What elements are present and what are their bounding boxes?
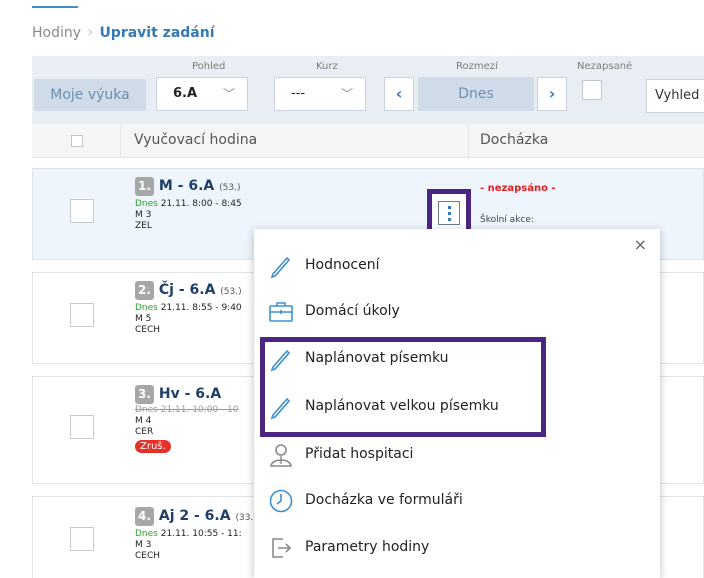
lesson-time: 8:00 - 8:45 [192, 199, 242, 209]
lesson-today: Dnes [135, 199, 158, 209]
row-checkbox[interactable] [70, 415, 94, 439]
row-checkbox[interactable] [70, 199, 94, 223]
view-label: Pohled [192, 61, 226, 72]
menu-item-label: Hodnocení [305, 257, 380, 273]
chevron-down-icon: ﹀ [222, 87, 235, 101]
course-value: --- [291, 86, 306, 101]
header-divider [468, 124, 469, 158]
cancelled-badge: Zruš. [135, 440, 171, 453]
view-value: 6.A [173, 86, 198, 101]
lesson-info: 1. M - 6.A (53.) Dnes 21.11. 8:00 - 8:45… [135, 175, 242, 232]
highlight-box [260, 337, 546, 437]
my-teaching-button[interactable]: Moje výuka [34, 79, 146, 111]
unrecorded-checkbox[interactable] [582, 80, 602, 100]
breadcrumb-current: Upravit zadání [99, 25, 215, 41]
menu-item-add-inspection[interactable]: Přidat hospitaci [254, 433, 660, 477]
menu-dots-icon [438, 201, 460, 225]
course-select[interactable]: --- ﹀ [274, 77, 366, 111]
lesson-info: 2. Čj - 6.A (53.) Dnes 21.11. 8:55 - 9:4… [135, 279, 242, 336]
lesson-teacher: CER [135, 427, 154, 437]
menu-item-label: Domácí úkoly [305, 303, 400, 319]
school-event-label: Školní akce: [480, 215, 534, 225]
range-value[interactable]: Dnes [418, 77, 534, 111]
lesson-date: 21.11. [160, 529, 190, 539]
search-input[interactable]: Vyhled [646, 79, 704, 113]
person-icon [270, 444, 292, 467]
lesson-count: (33. [235, 513, 254, 523]
lesson-subject[interactable]: Hv - 6.A [159, 386, 221, 402]
table-header: Vyučovací hodina Docházka [32, 124, 704, 158]
lesson-room: M 4 [135, 416, 152, 426]
view-select[interactable]: 6.A ﹀ [156, 77, 248, 111]
lesson-teacher: ZEL [135, 221, 152, 231]
lesson-number-badge: 4. [135, 506, 154, 526]
unrecorded-label: Nezapsané [577, 61, 633, 72]
header-divider [120, 124, 121, 158]
briefcase-icon [269, 302, 293, 322]
range-label: Rozmezí [456, 61, 498, 72]
filter-bar: Moje výuka Pohled 6.A ﹀ Kurz --- ﹀ ‹ Roz… [32, 56, 704, 124]
lesson-number-badge: 1. [135, 176, 154, 196]
breadcrumb-separator: › [87, 22, 94, 41]
lesson-info: 4. Aj 2 - 6.A (33. Dnes 21.11. 10:55 - 1… [135, 505, 253, 562]
lesson-column-header[interactable]: Vyučovací hodina [134, 132, 257, 148]
breadcrumb-parent[interactable]: Hodiny [32, 25, 81, 41]
lesson-count: (53.) [219, 183, 241, 193]
lesson-room: M 3 [135, 540, 152, 550]
attendance-column-header[interactable]: Docházka [480, 132, 548, 148]
lesson-subject[interactable]: Čj - 6.A [159, 282, 216, 298]
lesson-date: 21.11. [160, 303, 190, 313]
lesson-subject[interactable]: Aj 2 - 6.A [159, 508, 231, 524]
menu-item-grading[interactable]: Hodnocení [254, 244, 660, 288]
lesson-time: 8:55 - 9:40 [192, 303, 242, 313]
row-checkbox[interactable] [70, 303, 94, 327]
attendance-status: - nezapsáno - [480, 183, 556, 194]
select-all-checkbox[interactable] [71, 135, 83, 147]
breadcrumb: Hodiny › Upravit zadání [32, 22, 215, 41]
lesson-today: Dnes [135, 529, 158, 539]
lesson-number-badge: 2. [135, 280, 154, 300]
lesson-room: M 3 [135, 210, 152, 220]
lesson-info: 3. Hv - 6.A Dnes 21.11. 10:00 - 10 M 4 C… [135, 383, 239, 453]
lesson-count: (53.) [220, 287, 242, 297]
clock-icon [269, 489, 293, 513]
chevron-down-icon: ﹀ [340, 87, 353, 101]
next-arrow-button[interactable]: › [537, 77, 567, 111]
prev-arrow-button[interactable]: ‹ [384, 77, 414, 111]
lesson-date: 21.11. [160, 199, 190, 209]
menu-item-label: Parametry hodiny [305, 539, 430, 555]
lesson-struck-date: Dnes 21.11. 10:00 - 10 [135, 405, 239, 415]
menu-item-label: Přidat hospitaci [305, 446, 414, 462]
lesson-room: M 5 [135, 314, 152, 324]
menu-item-label: Docházka ve formuláři [305, 492, 463, 508]
course-label: Kurz [316, 61, 338, 72]
lesson-teacher: CECH [135, 325, 161, 335]
menu-item-attendance-form[interactable]: Docházka ve formuláři [254, 479, 660, 523]
lesson-number-badge: 3. [135, 384, 154, 404]
lesson-subject[interactable]: M - 6.A [159, 178, 214, 194]
lesson-teacher: CECH [135, 551, 161, 561]
menu-item-lesson-params[interactable]: Parametry hodiny [254, 526, 660, 570]
lesson-today: Dnes [135, 303, 158, 313]
menu-item-homework[interactable]: Domácí úkoly [254, 290, 660, 334]
row-checkbox[interactable] [70, 527, 94, 551]
arrow-out-icon [272, 538, 292, 558]
lesson-time: 10:55 - 11: [192, 529, 242, 539]
pencil-icon [270, 256, 291, 279]
top-accent-line [32, 6, 78, 8]
